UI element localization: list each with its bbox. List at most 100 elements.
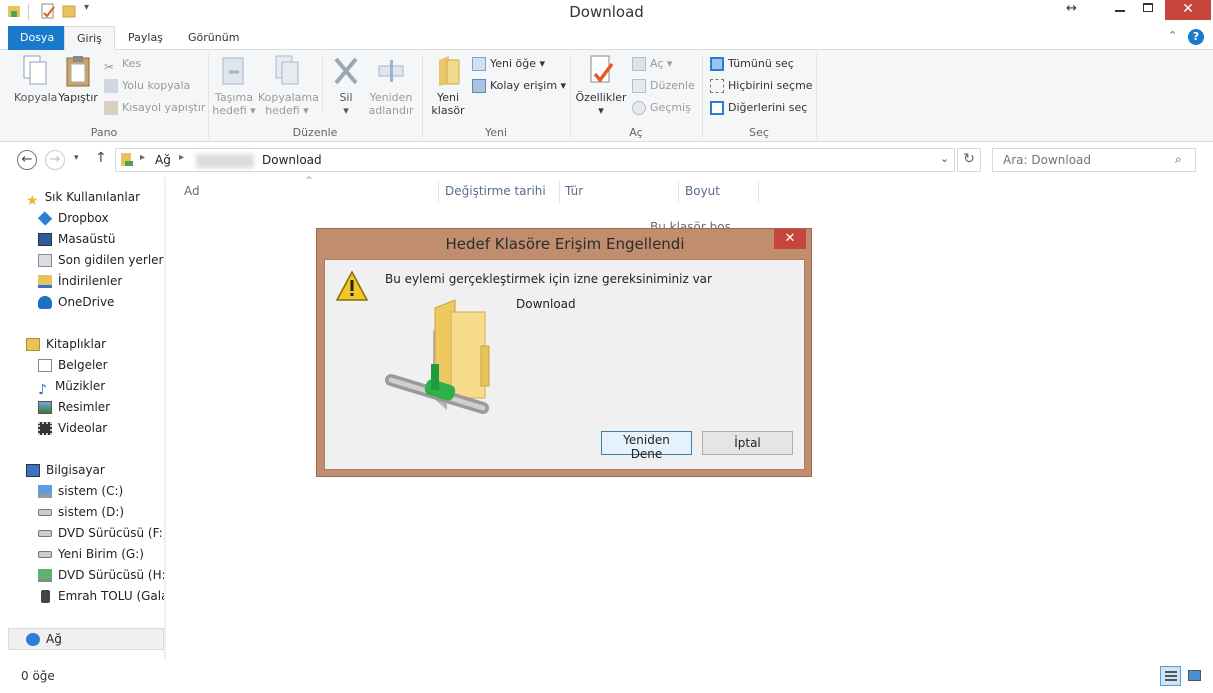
address-dropdown-icon[interactable]: ⌄ [940, 152, 949, 165]
nav-item-desktop[interactable]: Masaüstü [38, 229, 115, 250]
breadcrumb-download[interactable]: Download [262, 153, 322, 167]
cancel-button[interactable]: İptal [702, 431, 793, 455]
blurred-host-name[interactable] [196, 154, 254, 168]
paste-shortcut-button[interactable]: Kısayol yapıştır [104, 98, 205, 118]
history-icon [632, 101, 646, 115]
address-bar[interactable]: ▸ Ağ ▸ Download ⌄ [115, 148, 955, 172]
nav-favorites[interactable]: ★ Sık Kullanılanlar [26, 187, 141, 209]
nav-item-recent-places[interactable]: Son gidilen yerler [38, 250, 164, 271]
properties-big-icon [590, 55, 614, 83]
resize-arrows-icon: ↔ [1066, 1, 1077, 16]
copy-to-icon [275, 55, 299, 85]
nav-item-drive-f[interactable]: DVD Sürücüsü (F:) G [38, 523, 166, 544]
help-icon[interactable]: ? [1188, 29, 1204, 45]
computer-icon [26, 464, 40, 477]
group-label-sec: Seç [749, 126, 769, 139]
nav-item-label: Son gidilen yerler [58, 253, 164, 267]
nav-item-music[interactable]: ♪ Müzikler [38, 376, 105, 398]
nav-network-selected[interactable]: Ağ [8, 628, 164, 650]
nav-item-documents[interactable]: Belgeler [38, 355, 108, 376]
paste-button[interactable]: Yapıştır [58, 54, 98, 104]
invert-selection-button[interactable]: Diğerlerini seç [710, 98, 807, 118]
copy-path-button[interactable]: Yolu kopyala [104, 76, 190, 96]
nav-item-dropbox[interactable]: Dropbox [37, 208, 109, 229]
forward-button[interactable]: → [45, 150, 65, 170]
tab-giris[interactable]: Giriş [64, 26, 115, 51]
nav-item-videos[interactable]: Videolar [38, 418, 107, 439]
search-icon[interactable]: ⌕ [1175, 152, 1182, 167]
nav-item-downloads[interactable]: İndirilenler [38, 271, 122, 292]
edit-button[interactable]: Düzenle [632, 76, 695, 96]
details-view-icon [1165, 671, 1177, 673]
maximize-button[interactable] [1131, 0, 1165, 20]
retry-button[interactable]: Yeniden Dene [601, 431, 692, 461]
search-box[interactable]: ⌕ [992, 148, 1196, 172]
nav-favorites-label: Sık Kullanılanlar [44, 190, 141, 204]
refresh-icon[interactable]: ↻ [957, 148, 981, 172]
breadcrumb-ag[interactable]: Ağ [155, 153, 171, 167]
libraries-icon [26, 338, 40, 351]
easy-access-label: Kolay erişim [490, 79, 558, 92]
new-folder-label: Yeni klasör [431, 91, 465, 117]
history-button[interactable]: Geçmiş [632, 98, 691, 118]
nav-item-label: DVD Sürücüsü (H:) II [58, 568, 166, 582]
back-button[interactable]: ← [17, 150, 37, 170]
properties-button[interactable]: Özellikler ▾ [574, 54, 628, 117]
nav-libraries[interactable]: Kitaplıklar [26, 334, 106, 355]
new-folder-button[interactable]: Yeni klasör [428, 54, 468, 117]
tab-dosya[interactable]: Dosya [8, 26, 67, 50]
nav-item-phone[interactable]: Emrah TOLU (Galaxy [38, 586, 166, 607]
dialog-body: Bu eylemi gerçekleştirmek için izne gere… [324, 259, 805, 470]
delete-button[interactable]: Sil ▾ [328, 54, 364, 117]
invert-selection-icon [710, 101, 724, 115]
tab-gorunum[interactable]: Görünüm [176, 26, 251, 50]
select-all-label: Tümünü seç [728, 57, 794, 70]
documents-icon [38, 359, 52, 372]
nav-item-drive-d[interactable]: sistem (D:) [38, 502, 124, 523]
cut-button[interactable]: ✂ Kes [104, 54, 141, 74]
dialog-close-button[interactable]: ✕ [774, 229, 806, 249]
move-to-button[interactable]: Taşıma hedefi ▾ [212, 54, 256, 117]
tab-paylas[interactable]: Paylaş [116, 26, 175, 50]
copy-button[interactable]: Kopyala [14, 54, 57, 104]
close-button[interactable]: ✕ [1165, 0, 1211, 20]
column-header-type[interactable]: Tür [565, 184, 583, 200]
column-separator[interactable] [758, 181, 759, 203]
collapse-ribbon-icon[interactable]: ⌃ [1168, 29, 1177, 42]
easy-access-button[interactable]: Kolay erişim ▾ [472, 76, 566, 96]
nav-item-drive-h[interactable]: DVD Sürücüsü (H:) II [38, 565, 166, 586]
invert-selection-label: Diğerlerini seç [728, 101, 808, 114]
rename-button[interactable]: Yeniden adlandır [368, 54, 414, 117]
column-separator[interactable] [678, 181, 679, 203]
new-item-icon [472, 57, 486, 71]
nav-item-pictures[interactable]: Resimler [38, 397, 110, 418]
column-separator[interactable] [438, 181, 439, 203]
select-all-button[interactable]: Tümünü seç [710, 54, 794, 74]
recent-locations-icon[interactable]: ▾ [74, 153, 79, 163]
new-item-button[interactable]: Yeni öğe ▾ [472, 54, 545, 74]
ribbon-separator [322, 54, 323, 114]
nav-pane-splitter[interactable] [164, 177, 166, 660]
nav-item-onedrive[interactable]: OneDrive [38, 292, 114, 313]
nav-network: Ağ [26, 629, 62, 650]
nav-item-drive-c[interactable]: sistem (C:) [38, 481, 123, 502]
select-none-button[interactable]: Hiçbirini seçme [710, 76, 813, 96]
nav-item-drive-g[interactable]: Yeni Birim (G:) [38, 544, 144, 565]
nav-computer[interactable]: Bilgisayar [26, 460, 105, 481]
column-header-date[interactable]: Değiştirme tarihi [445, 184, 546, 200]
breadcrumb-chevron-icon[interactable]: ▸ [179, 152, 184, 163]
large-icons-view-button[interactable] [1184, 666, 1205, 686]
nav-computer-label: Bilgisayar [46, 463, 105, 477]
column-header-name[interactable]: Ad [184, 184, 200, 200]
nav-network-label: Ağ [46, 632, 62, 646]
up-arrow-icon[interactable]: ↑ [95, 150, 107, 166]
dvd-drive-icon [38, 530, 52, 537]
column-header-size[interactable]: Boyut [685, 184, 720, 200]
copy-to-button[interactable]: Kopyalama hedefi ▾ [258, 54, 319, 117]
column-separator[interactable] [559, 181, 560, 203]
details-view-button[interactable] [1160, 666, 1181, 686]
search-input[interactable] [1001, 150, 1171, 170]
open-button[interactable]: Aç ▾ [632, 54, 672, 74]
breadcrumb-chevron-icon[interactable]: ▸ [140, 152, 145, 163]
nav-item-label: Yeni Birim (G:) [58, 547, 144, 561]
